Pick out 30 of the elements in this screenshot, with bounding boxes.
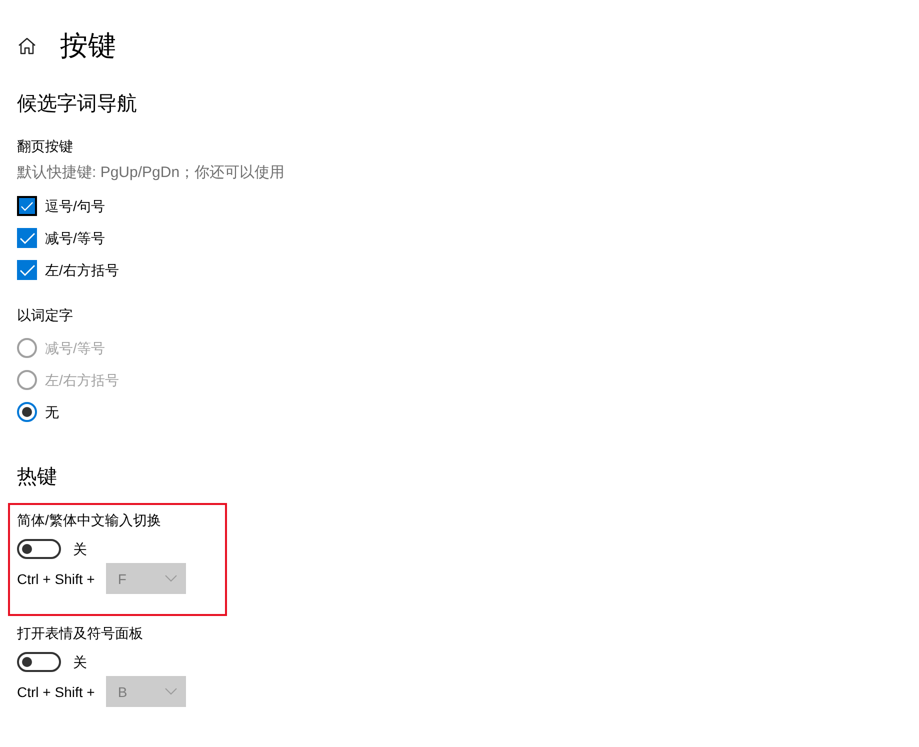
group-description: 默认快捷键: PgUp/PgDn；你还可以使用 <box>17 163 285 183</box>
checkmark-icon <box>20 264 34 276</box>
toggle-state-label: 关 <box>73 653 87 672</box>
setting-label: 简体/繁体中文输入切换 <box>17 511 161 530</box>
checkbox[interactable] <box>17 228 37 248</box>
checkbox[interactable] <box>17 196 37 216</box>
checkmark-icon <box>21 202 33 210</box>
checkbox-label: 减号/等号 <box>45 229 105 248</box>
chevron-down-icon <box>164 688 177 695</box>
checkbox[interactable] <box>17 260 37 280</box>
toggle-switch[interactable] <box>17 539 61 559</box>
shortcut-prefix: Ctrl + Shift + <box>17 682 95 702</box>
toggle-switch[interactable] <box>17 652 61 672</box>
radio-label: 无 <box>45 403 59 422</box>
toggle-state-label: 关 <box>73 540 87 559</box>
radio-button[interactable] <box>17 402 37 422</box>
page-title: 按键 <box>60 29 116 63</box>
section-heading: 热键 <box>17 465 57 490</box>
group-label: 翻页按键 <box>17 137 73 156</box>
setting-label: 打开表情及符号面板 <box>17 624 143 643</box>
section-heading: 候选字词导航 <box>17 92 137 117</box>
checkmark-icon <box>20 232 34 244</box>
home-icon[interactable] <box>18 37 36 55</box>
chevron-down-icon <box>164 575 177 582</box>
group-label: 以词定字 <box>17 306 73 325</box>
radio-label: 左/右方括号 <box>45 371 119 390</box>
checkbox-label: 逗号/句号 <box>45 197 105 216</box>
radio-label: 减号/等号 <box>45 339 105 358</box>
checkbox-label: 左/右方括号 <box>45 261 119 280</box>
shortcut-prefix: Ctrl + Shift + <box>17 570 95 588</box>
